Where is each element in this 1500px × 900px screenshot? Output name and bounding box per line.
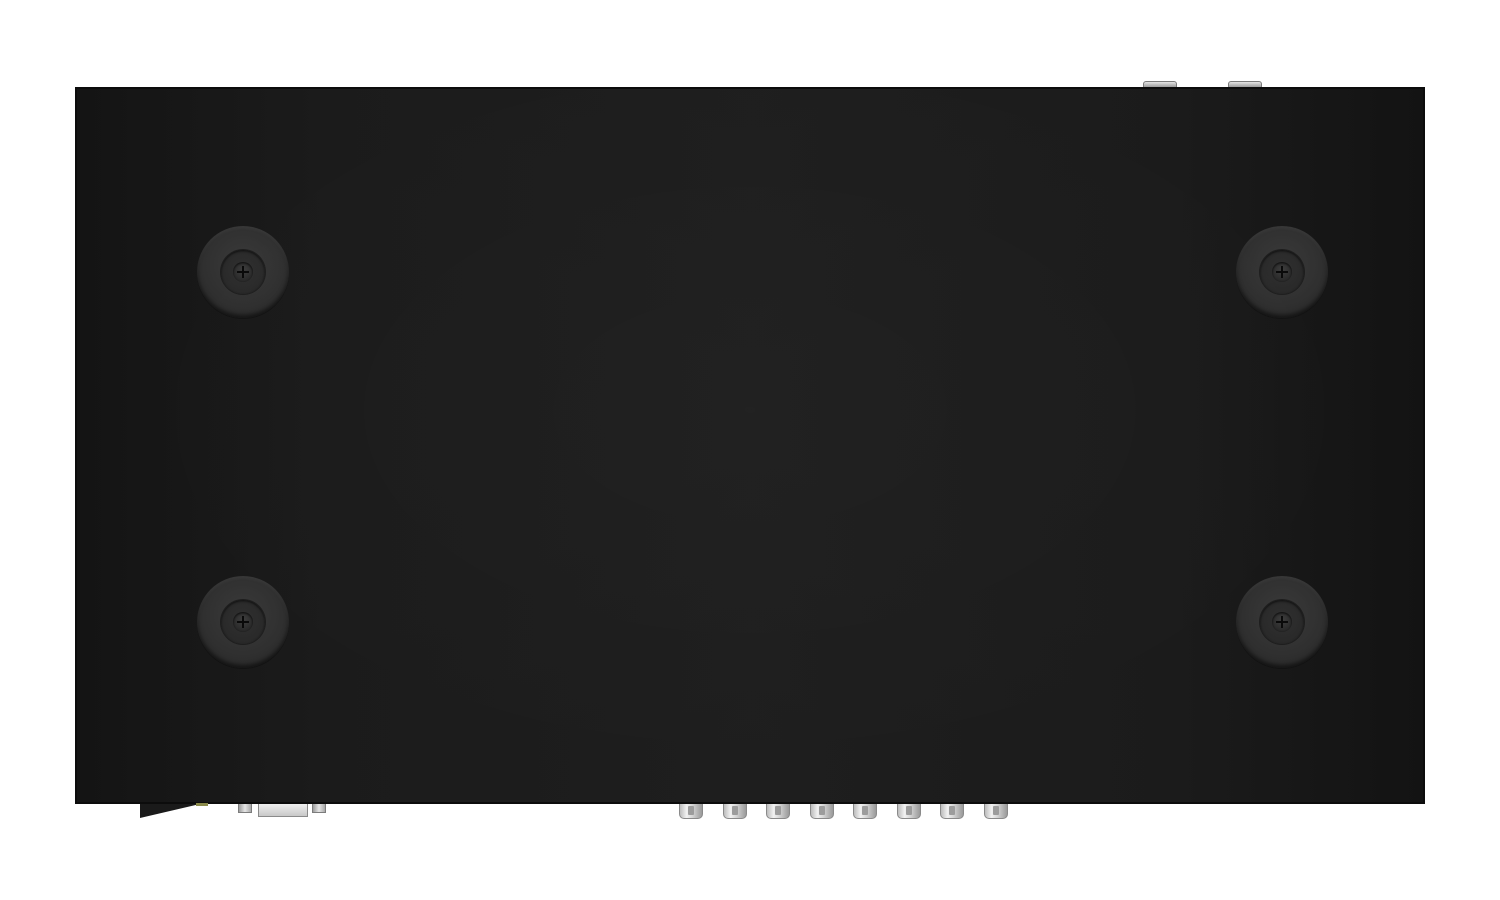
screw-icon	[1272, 262, 1292, 282]
screw-icon	[233, 612, 253, 632]
dsub-connector	[258, 804, 308, 817]
dsub-screw-post-left	[238, 804, 252, 813]
rca-connector-3	[766, 804, 790, 819]
power-switch-accent	[196, 803, 208, 806]
screw-icon	[1272, 612, 1292, 632]
rca-connector-1	[679, 804, 703, 819]
product-photo-scene	[0, 0, 1500, 900]
device-chassis-bottom	[75, 87, 1425, 804]
rca-connector-7	[940, 804, 964, 819]
rca-connector-8	[984, 804, 1008, 819]
rca-connector-4	[810, 804, 834, 819]
rubber-foot-bottom-right	[1236, 576, 1328, 668]
rubber-foot-bottom-left	[197, 576, 289, 668]
dsub-screw-post-right	[312, 804, 326, 813]
screw-icon	[233, 262, 253, 282]
rca-connector-2	[723, 804, 747, 819]
rubber-foot-top-right	[1236, 226, 1328, 318]
rca-connector-5	[853, 804, 877, 819]
rca-connector-6	[897, 804, 921, 819]
power-rocker-switch	[140, 804, 200, 818]
rubber-foot-top-left	[197, 226, 289, 318]
